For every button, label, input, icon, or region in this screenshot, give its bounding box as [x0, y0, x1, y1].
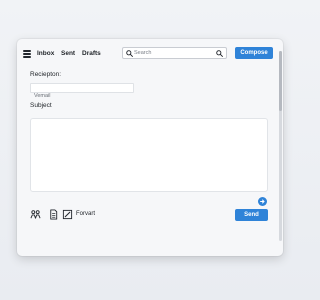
arrow-right-icon	[260, 199, 265, 204]
scrollbar-thumb[interactable]	[279, 51, 282, 111]
compose-button[interactable]: Compose	[235, 47, 273, 59]
recipient-input[interactable]	[31, 92, 133, 100]
search-input[interactable]	[134, 48, 214, 58]
edit-icon[interactable]	[62, 209, 73, 220]
subject-label: Subject	[30, 102, 52, 109]
tab-sent[interactable]: Sent	[61, 50, 75, 57]
recipient-label: Reciepton:	[30, 71, 62, 78]
tab-inbox[interactable]: Inbox	[37, 50, 54, 57]
hamburger-menu-icon[interactable]	[23, 50, 31, 58]
compose-window: Inbox Sent Drafts Compose Reciepton: Sub…	[17, 39, 283, 256]
forward-arrow-button[interactable]	[258, 197, 267, 206]
send-button[interactable]: Send	[235, 209, 268, 221]
search-submit-icon[interactable]	[216, 50, 223, 57]
recipient-field[interactable]	[30, 83, 134, 100]
scrollbar[interactable]	[279, 51, 282, 241]
forward-button[interactable]: Forvart	[76, 211, 95, 217]
search-icon	[126, 50, 133, 57]
tab-drafts[interactable]: Drafts	[82, 50, 101, 57]
document-icon[interactable]	[48, 209, 59, 220]
search-box[interactable]	[122, 47, 227, 59]
message-body[interactable]	[30, 118, 268, 192]
people-icon[interactable]	[30, 209, 41, 220]
